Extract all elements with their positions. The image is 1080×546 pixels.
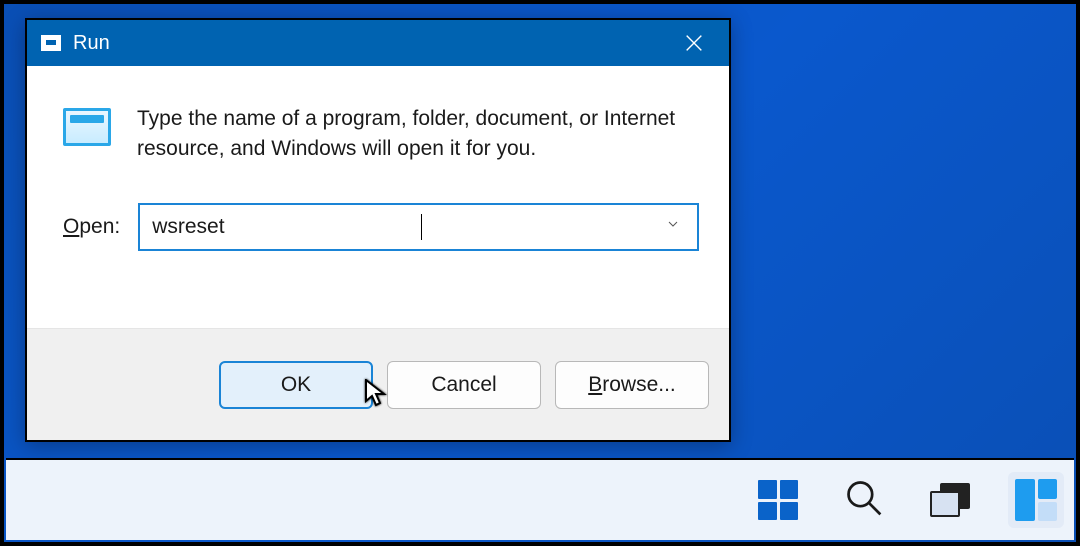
widgets-button[interactable]	[1008, 472, 1064, 528]
open-label: Open:	[63, 215, 120, 239]
chevron-down-icon[interactable]	[661, 216, 685, 237]
search-button[interactable]	[836, 472, 892, 528]
open-input[interactable]	[152, 215, 423, 239]
dialog-button-row: OK Cancel Browse...	[27, 328, 729, 440]
run-dialog: Run Type the name of a program, folder, …	[25, 18, 731, 442]
close-button[interactable]	[659, 20, 729, 66]
desktop-background: Run Type the name of a program, folder, …	[2, 2, 1078, 544]
windows-logo-icon	[758, 480, 798, 520]
ok-button[interactable]: OK	[219, 361, 373, 409]
text-cursor	[421, 214, 422, 240]
browse-button-label: Browse...	[588, 373, 676, 397]
run-app-icon	[41, 35, 61, 51]
taskview-icon	[930, 483, 970, 517]
titlebar[interactable]: Run	[27, 20, 729, 66]
close-icon	[683, 32, 705, 54]
cancel-button-label: Cancel	[431, 373, 496, 397]
ok-button-label: OK	[281, 373, 311, 397]
search-icon	[844, 478, 884, 523]
cancel-button[interactable]: Cancel	[387, 361, 541, 409]
browse-button[interactable]: Browse...	[555, 361, 709, 409]
window-title: Run	[73, 32, 110, 55]
run-icon	[63, 108, 111, 146]
taskbar	[6, 458, 1074, 540]
taskview-button[interactable]	[922, 472, 978, 528]
widgets-icon	[1015, 479, 1057, 521]
start-button[interactable]	[750, 472, 806, 528]
open-combobox[interactable]	[138, 203, 699, 251]
dialog-description: Type the name of a program, folder, docu…	[137, 104, 699, 165]
